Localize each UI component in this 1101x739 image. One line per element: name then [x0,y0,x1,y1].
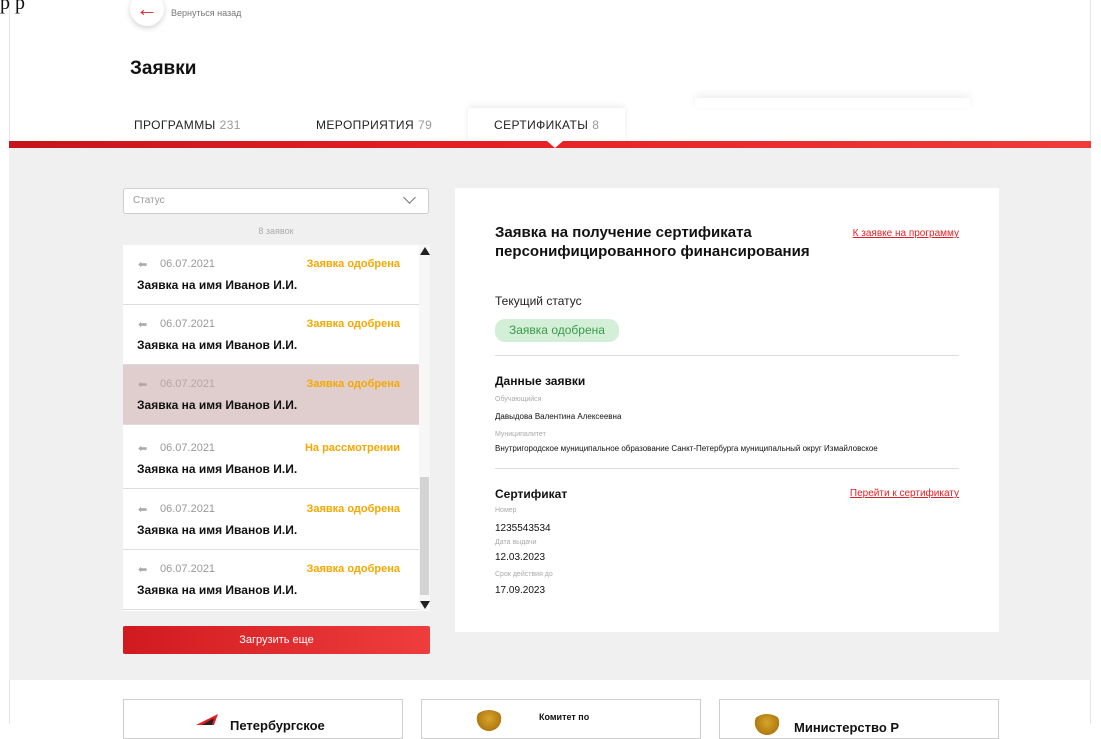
tab-programs[interactable]: ПРОГРАММЫ 231 [134,108,241,142]
divider [495,468,959,469]
tab-certificates[interactable]: СЕРТИФИКАТЫ 8 [468,108,626,142]
list-item-date: 06.07.2021 [160,378,216,390]
current-status-label: Текущий статус [495,294,582,308]
list-item[interactable]: ⬅ 06.07.2021 Заявка одобрена Заявка на и… [123,305,419,365]
reply-icon: ⬅ [138,319,148,331]
reply-icon: ⬅ [138,564,148,576]
reply-icon: ⬅ [138,504,148,516]
applications-list: ⬅ 06.07.2021 Заявка одобрена Заявка на и… [123,245,430,611]
valid-until-label: Срок действия до [495,571,553,578]
list-item[interactable]: ⬅ 06.07.2021 Заявка одобрена Заявка на и… [123,245,419,305]
list-item-name: Заявка на имя Иванов И.И. [137,278,298,292]
municipality-value: Внутригородское муниципальное образовани… [495,444,878,453]
application-detail-panel: Заявка на получение сертификата персониф… [455,188,999,632]
reply-icon: ⬅ [138,379,148,391]
footer-partner-card[interactable]: Комитет по [421,699,701,739]
footer-partner-card[interactable]: Министерство Р [719,699,999,739]
list-scrollbar[interactable] [419,245,430,611]
top-cropped-text: р р [0,0,25,14]
list-item-status: Заявка одобрена [306,503,400,515]
status-badge: Заявка одобрена [495,319,619,342]
number-label: Номер [495,507,517,514]
footer-card-text: Министерство Р [794,720,900,735]
footer-partner-card[interactable]: Петербургское [123,699,403,739]
footer-card-text: Петербургское [230,718,325,733]
tab-label: ПРОГРАММЫ [134,118,216,132]
list-item-name: Заявка на имя Иванов И.И. [137,462,298,476]
tab-events[interactable]: МЕРОПРИЯТИЯ 79 [316,108,432,142]
list-item-name: Заявка на имя Иванов И.И. [137,398,298,412]
scroll-down-icon[interactable] [420,601,430,609]
coat-of-arms-icon [474,710,504,732]
detail-title: Заявка на получение сертификата персониф… [495,224,810,260]
page: р р ← Вернуться назад Заявки ПРОГРАММЫ 23… [0,0,1101,739]
list-item-status: Заявка одобрена [306,318,400,330]
scrollbar-thumb[interactable] [420,477,429,595]
list-item-date: 06.07.2021 [160,503,216,515]
list-item-name: Заявка на имя Иванов И.И. [137,583,298,597]
reply-icon: ⬅ [138,259,148,271]
tab-label: СЕРТИФИКАТЫ [494,118,589,132]
student-value: Давыдова Валентина Алексеевна [495,412,622,421]
tab-count: 231 [219,118,241,132]
active-tab-indicator [547,141,563,148]
list-item-name: Заявка на имя Иванов И.И. [137,523,298,537]
header-shadow-panel [695,98,970,108]
footer-card-text: Комитет по [539,712,590,722]
divider [495,355,959,356]
program-application-link[interactable]: К заявке на программу [853,228,959,239]
scroll-up-icon[interactable] [420,247,430,255]
list-item-status: На рассмотрении [304,442,400,454]
chevron-down-icon [403,191,416,204]
list-item-date: 06.07.2021 [160,563,216,575]
valid-until-value: 17.09.2023 [495,585,546,596]
arrow-left-icon: ← [136,0,158,21]
list-item-status: Заявка одобрена [306,378,400,390]
reply-icon: ⬅ [138,443,148,455]
list-item[interactable]: ⬅ 06.07.2021 Заявка одобрена Заявка на и… [123,550,419,610]
back-link-label[interactable]: Вернуться назад [171,8,241,18]
list-item[interactable]: ⬅ 06.07.2021 На рассмотрении Заявка на и… [123,429,419,489]
page-title: Заявки [130,58,197,79]
tab-count: 8 [592,118,600,132]
list-item-status: Заявка одобрена [306,258,400,270]
number-value: 1235543534 [495,523,551,534]
list-item-date: 06.07.2021 [160,258,216,270]
back-button[interactable]: ← [130,0,164,26]
application-data-title: Данные заявки [495,374,586,388]
tab-count: 79 [418,118,433,132]
load-more-button[interactable]: Загрузить еще [123,626,430,654]
status-select[interactable]: Статус [123,188,429,214]
list-item-name: Заявка на имя Иванов И.И. [137,338,298,352]
list-item-date: 06.07.2021 [160,318,216,330]
tab-label: МЕРОПРИЯТИЯ [316,118,415,132]
list-item-selected[interactable]: ⬅ 06.07.2021 Заявка одобрена Заявка на и… [123,365,419,425]
list-item-date: 06.07.2021 [160,442,216,454]
issue-date-label: Дата выдачи [495,539,537,546]
list-item-status: Заявка одобрена [306,563,400,575]
applications-count: 8 заявок [258,226,294,236]
go-to-certificate-link[interactable]: Перейти к сертификату [850,488,959,499]
issue-date-value: 12.03.2023 [495,552,546,563]
list-item[interactable]: ⬅ 06.07.2021 Заявка одобрена Заявка на и… [123,490,419,550]
certificate-section-title: Сертификат [495,487,568,501]
student-label: Обучающийся [495,396,542,403]
municipality-label: Муниципалитет [495,431,546,438]
status-select-placeholder: Статус [133,195,165,206]
coat-of-arms-icon [752,714,782,736]
